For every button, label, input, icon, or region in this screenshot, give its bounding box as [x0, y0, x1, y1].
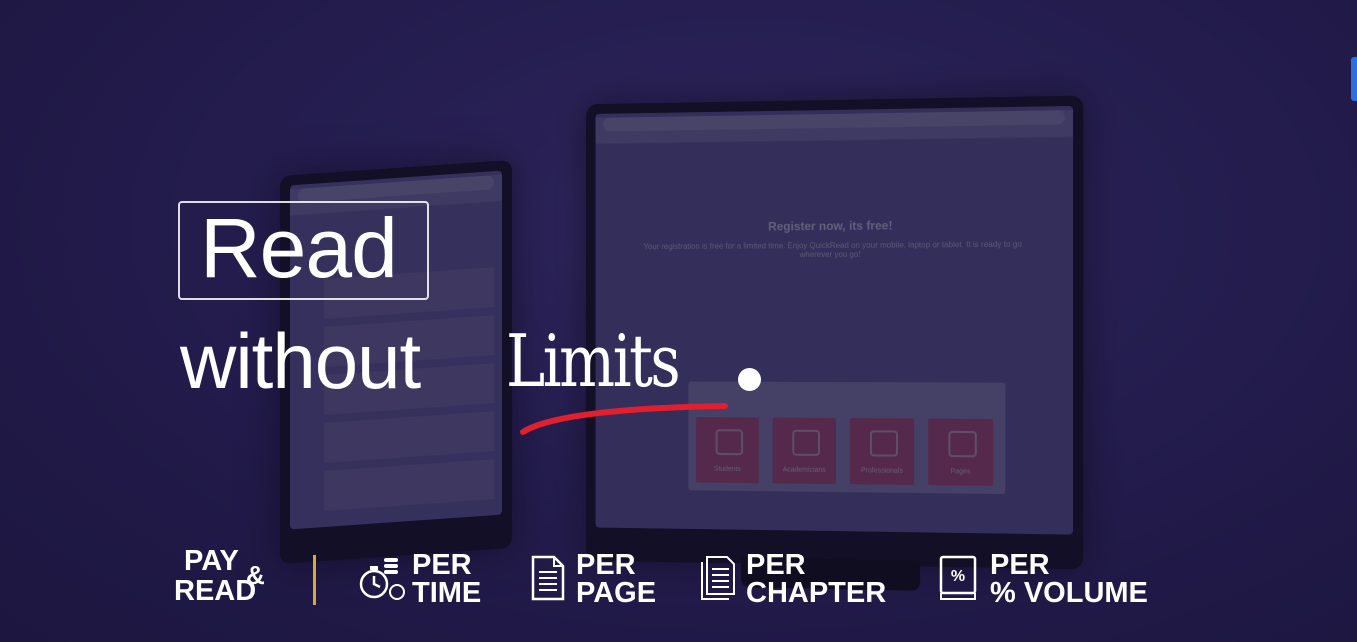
stopwatch-coins-icon	[359, 558, 405, 600]
svg-text:%: %	[951, 568, 965, 585]
red-underline-swoosh	[520, 403, 728, 435]
pay-label: PAY	[184, 545, 239, 577]
gold-divider	[313, 555, 316, 605]
hero-section: Register now, its free! Your registratio…	[0, 0, 1357, 642]
chapter-icon	[701, 556, 735, 600]
headline-dot	[738, 368, 761, 391]
headline-without: without	[180, 317, 421, 405]
badge-line2: PAGE	[576, 577, 657, 609]
badge-line2: CHAPTER	[746, 577, 887, 609]
page-icon	[531, 555, 565, 601]
percent-book-icon: %	[939, 555, 977, 600]
badge-line1: PER	[412, 549, 472, 581]
badge-line1: PER	[990, 549, 1050, 581]
badge-line2: % VOLUME	[990, 577, 1148, 609]
headline-limits: Limits	[506, 319, 681, 403]
headline-read: Read	[200, 201, 398, 295]
scrollbar-thumb[interactable]	[1351, 57, 1357, 101]
badge-line1: PER	[746, 549, 806, 581]
badge-line2: TIME	[412, 577, 482, 609]
read-label: READ	[174, 575, 257, 607]
badge-line1: PER	[576, 549, 636, 581]
